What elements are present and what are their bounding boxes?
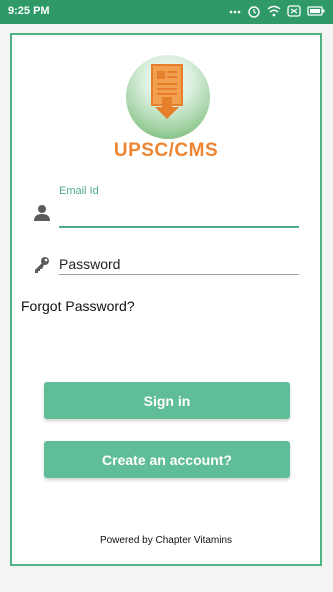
forgot-password-link[interactable]: Forgot Password? <box>21 298 135 314</box>
user-icon <box>32 203 52 223</box>
alarm-icon <box>247 4 261 23</box>
battery-icon <box>307 4 325 23</box>
powered-by-text: Powered by Chapter Vitamins <box>99 535 233 546</box>
status-bar: 9:25 PM <box>0 0 333 24</box>
login-card: UPSC/CMS Email Id Password Forgot Passwo… <box>10 33 322 566</box>
more-icon <box>229 4 241 23</box>
document-icon <box>151 64 183 119</box>
email-field[interactable] <box>59 226 299 228</box>
wifi-icon <box>267 4 281 23</box>
create-account-button[interactable]: Create an account? <box>44 441 290 478</box>
password-underline <box>59 274 299 275</box>
sim-icon <box>287 4 301 23</box>
email-label: Email Id <box>59 185 99 197</box>
status-time: 9:25 PM <box>8 5 50 17</box>
status-icons <box>229 4 325 23</box>
app-title: UPSC/CMS <box>113 140 219 161</box>
key-icon <box>32 255 52 275</box>
password-field[interactable]: Password <box>59 256 120 272</box>
sign-in-button[interactable]: Sign in <box>44 382 290 419</box>
app-logo <box>126 55 210 139</box>
